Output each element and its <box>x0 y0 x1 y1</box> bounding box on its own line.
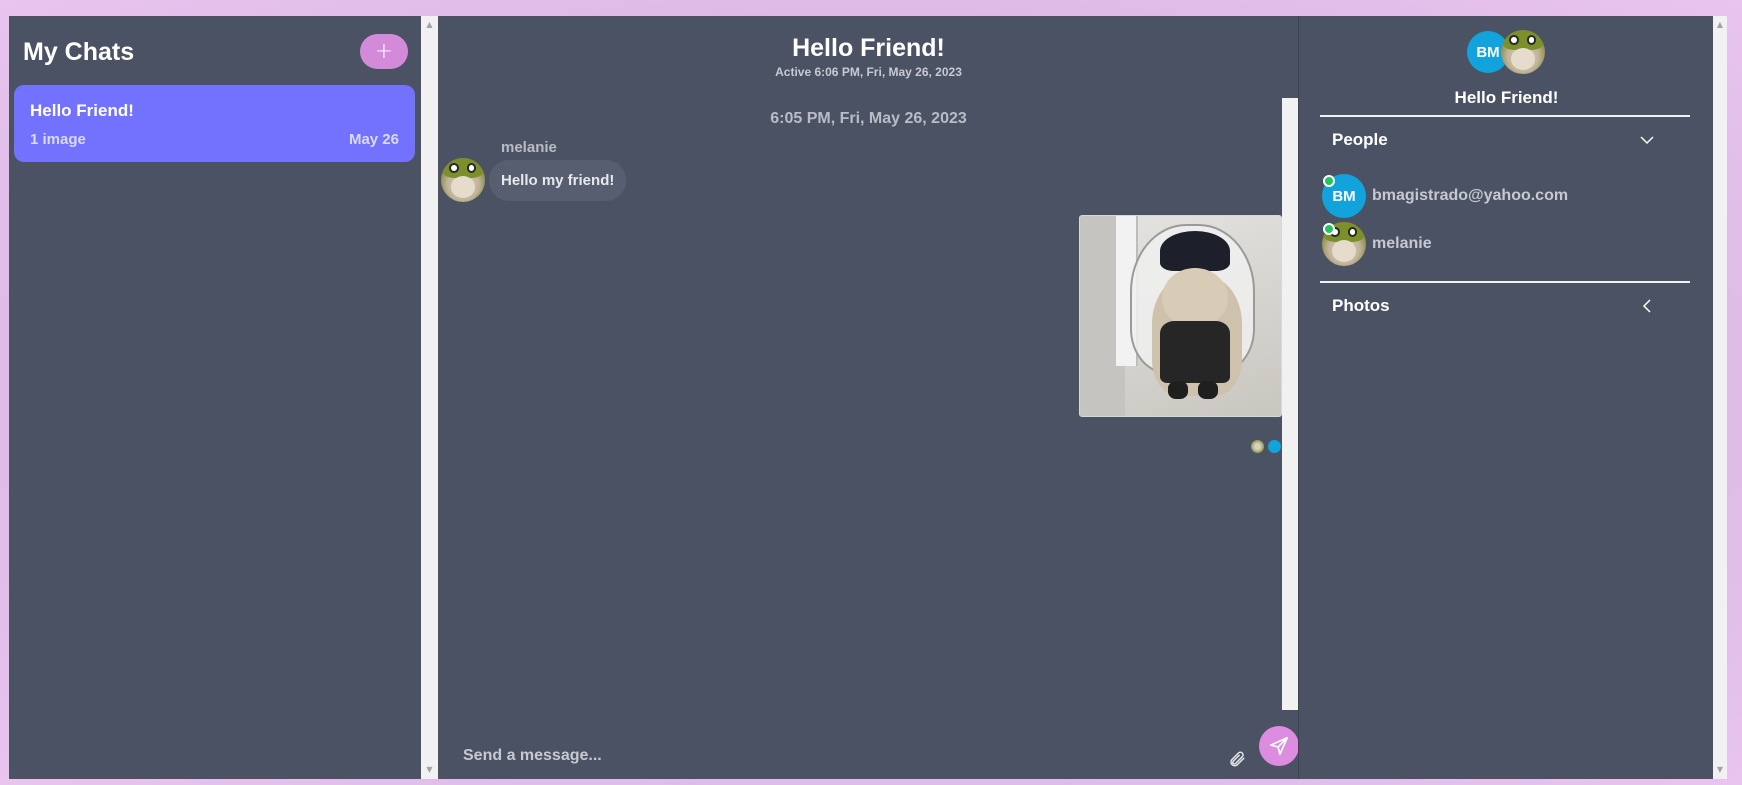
scroll-down-arrow-icon[interactable]: ▼ <box>421 763 438 777</box>
message-bubble: Hello my friend! <box>489 160 627 201</box>
new-chat-button[interactable]: + <box>360 34 408 69</box>
online-indicator <box>1323 223 1335 235</box>
sidebar-scrollbar[interactable]: ▲ ▼ <box>421 16 438 779</box>
chat-item-title: Hello Friend! <box>30 101 134 120</box>
person-name: melanie <box>1372 235 1432 252</box>
message-input[interactable] <box>463 747 1063 765</box>
chat-app: My Chats + Hello Friend! 1 image May 26 … <box>9 16 1713 779</box>
chat-scrollbar[interactable] <box>1282 98 1298 710</box>
group-avatars: BM <box>1467 30 1552 74</box>
chat-list-sidebar: My Chats + Hello Friend! 1 image May 26 <box>9 16 421 779</box>
send-icon <box>1269 736 1289 756</box>
photos-section-title[interactable]: Photos <box>1332 296 1390 316</box>
sidebar-title: My Chats <box>23 38 135 66</box>
scroll-up-arrow-icon[interactable]: ▲ <box>1713 18 1727 32</box>
scroll-up-arrow-icon[interactable]: ▲ <box>421 18 438 32</box>
message-photo[interactable] <box>1079 215 1282 417</box>
message-sender: melanie <box>501 139 557 156</box>
chat-title: Hello Friend! <box>792 34 945 62</box>
message-timestamp: 6:05 PM, Fri, May 26, 2023 <box>770 110 967 127</box>
chevron-left-icon[interactable] <box>1639 298 1655 314</box>
chat-feed: Hello Friend! Active 6:06 PM, Fri, May 2… <box>439 16 1299 779</box>
page-scrollbar[interactable]: ▲ ▼ <box>1713 16 1727 779</box>
person-row[interactable]: BM bmagistrado@yahoo.com <box>1322 174 1682 218</box>
online-indicator <box>1323 175 1335 187</box>
paperclip-icon[interactable] <box>1225 747 1249 771</box>
divider <box>1320 281 1690 283</box>
chat-active-status: Active 6:06 PM, Fri, May 26, 2023 <box>775 65 962 79</box>
scroll-down-arrow-icon[interactable]: ▼ <box>1713 763 1727 777</box>
chat-list-item[interactable]: Hello Friend! 1 image May 26 <box>14 85 415 162</box>
read-receipt-avatar <box>1251 440 1264 453</box>
chat-item-date: May 26 <box>348 131 399 148</box>
people-section-title[interactable]: People <box>1332 130 1388 150</box>
person-row[interactable]: melanie <box>1322 222 1682 266</box>
read-receipts <box>1251 440 1281 453</box>
send-button[interactable] <box>1259 726 1299 766</box>
chevron-down-icon[interactable] <box>1639 132 1655 148</box>
sender-avatar <box>441 158 485 202</box>
divider <box>1320 115 1690 117</box>
read-receipt-avatar <box>1268 440 1281 453</box>
person-name: bmagistrado@yahoo.com <box>1372 187 1569 204</box>
chat-details-panel: BM Hello Friend! People BM bmagistrado@y… <box>1298 16 1713 779</box>
chat-item-preview: 1 image <box>30 131 86 148</box>
member-avatar <box>1501 30 1545 74</box>
details-title: Hello Friend! <box>1454 88 1559 107</box>
